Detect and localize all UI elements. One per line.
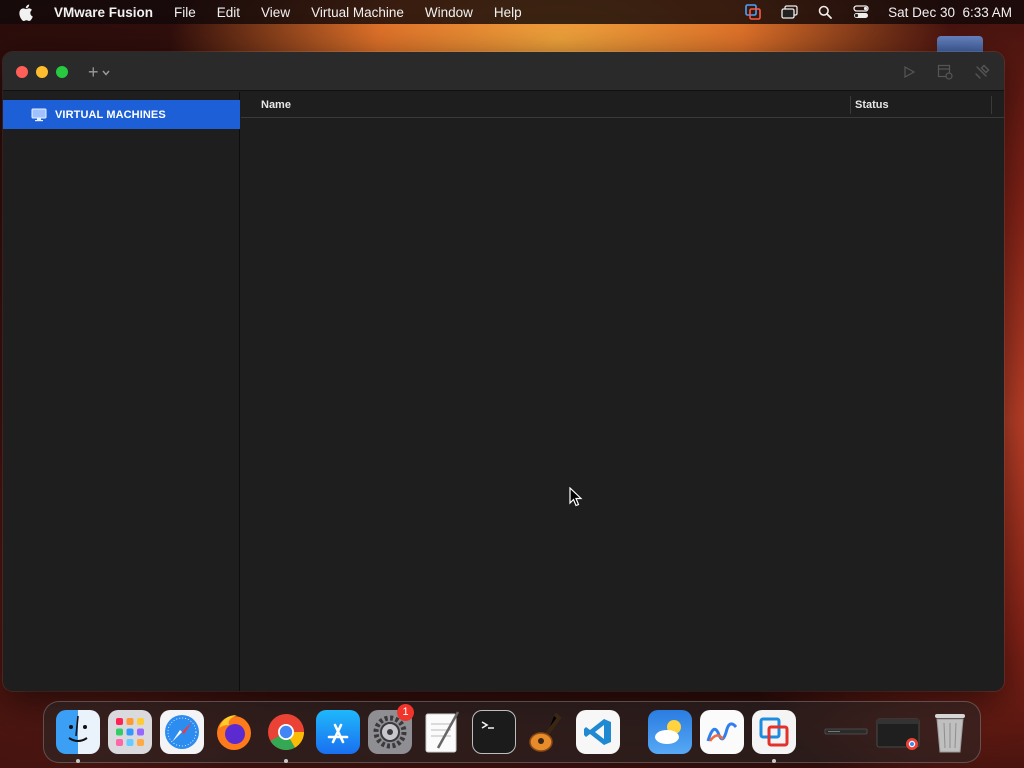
dock-item-textedit[interactable]: [420, 710, 464, 754]
menu-clock[interactable]: Sat Dec 30 6:33 AM: [888, 5, 1012, 20]
sidebar: VIRTUAL MACHINES: [3, 92, 240, 691]
menu-bar: VMware Fusion File Edit View Virtual Mac…: [0, 0, 1024, 24]
settings-wrench-icon[interactable]: [973, 63, 991, 81]
safari-icon: [160, 710, 204, 754]
monitor-icon: [31, 108, 47, 122]
menu-app-name[interactable]: VMware Fusion: [54, 5, 153, 20]
dock-item-safari[interactable]: [160, 710, 204, 754]
garageband-icon: [524, 710, 568, 754]
plus-icon: +: [88, 62, 99, 82]
dock-item-freeform[interactable]: [700, 710, 744, 754]
running-indicator: [284, 759, 288, 763]
sidebar-item-virtual-machines[interactable]: VIRTUAL MACHINES: [3, 100, 240, 129]
menu-virtual-machine[interactable]: Virtual Machine: [311, 5, 404, 20]
dock-item-minimized-window[interactable]: [824, 710, 868, 754]
dock-item-weather[interactable]: [648, 710, 692, 754]
chrome-icon: [264, 710, 308, 754]
window-titlebar: +: [3, 52, 1004, 91]
column-divider[interactable]: [850, 96, 851, 114]
sidebar-item-label: VIRTUAL MACHINES: [55, 108, 166, 121]
vmware-status-icon[interactable]: [744, 4, 762, 20]
chrome-window-thumbnail-icon: [876, 710, 920, 754]
vmware-fusion-icon: [752, 710, 796, 754]
dock-item-terminal[interactable]: [472, 710, 516, 754]
dock-item-finder[interactable]: [56, 710, 100, 763]
dock-item-chrome-window[interactable]: [876, 710, 920, 754]
dock-item-launchpad[interactable]: [108, 710, 152, 754]
close-window-button[interactable]: [16, 66, 28, 78]
dock-item-vmware-fusion[interactable]: [752, 710, 796, 763]
menu-help[interactable]: Help: [494, 5, 522, 20]
firefox-icon: [212, 710, 256, 754]
column-header-status[interactable]: Status: [855, 99, 889, 111]
dock-item-garageband[interactable]: [524, 710, 568, 754]
launchpad-icon: [108, 710, 152, 754]
dock: 1: [43, 701, 981, 763]
play-icon[interactable]: [900, 63, 918, 81]
notification-badge: 1: [397, 704, 414, 721]
terminal-icon: [472, 710, 516, 754]
dock-item-firefox[interactable]: [212, 710, 256, 754]
column-divider[interactable]: [991, 96, 992, 114]
freeform-icon: [700, 710, 744, 754]
vscode-icon: [576, 710, 620, 754]
running-indicator: [76, 759, 80, 763]
textedit-icon: [420, 710, 464, 754]
dock-item-trash[interactable]: [928, 710, 972, 754]
menu-file[interactable]: File: [174, 5, 196, 20]
weather-icon: [648, 710, 692, 754]
app-store-icon: [316, 710, 360, 754]
vm-list-pane: Name Status: [241, 92, 1004, 691]
menu-view[interactable]: View: [261, 5, 290, 20]
dock-item-app-store[interactable]: [316, 710, 360, 754]
finder-icon: [56, 710, 100, 754]
minimized-window-icon: [824, 710, 868, 754]
minimize-window-button[interactable]: [36, 66, 48, 78]
dock-item-system-settings[interactable]: 1: [368, 704, 414, 754]
dock-item-chrome[interactable]: [264, 710, 308, 763]
control-center-icon[interactable]: [852, 4, 870, 20]
screen-mirroring-icon[interactable]: [780, 4, 798, 20]
menu-window[interactable]: Window: [425, 5, 473, 20]
add-vm-button[interactable]: +: [88, 63, 118, 81]
chevron-down-icon: [101, 64, 110, 82]
mouse-cursor-icon: [569, 486, 583, 507]
menu-edit[interactable]: Edit: [217, 5, 240, 20]
zoom-window-button[interactable]: [56, 66, 68, 78]
snapshot-icon[interactable]: [936, 63, 954, 81]
column-header-name[interactable]: Name: [261, 99, 291, 111]
apple-menu-icon[interactable]: [18, 3, 34, 21]
vmware-library-window: + VIRTUAL MACHINES Name Status: [3, 52, 1004, 691]
trash-icon: [928, 710, 972, 754]
spotlight-search-icon[interactable]: [816, 4, 834, 20]
dock-item-vscode[interactable]: [576, 710, 620, 754]
running-indicator: [772, 759, 776, 763]
table-header: Name Status: [241, 92, 1004, 118]
